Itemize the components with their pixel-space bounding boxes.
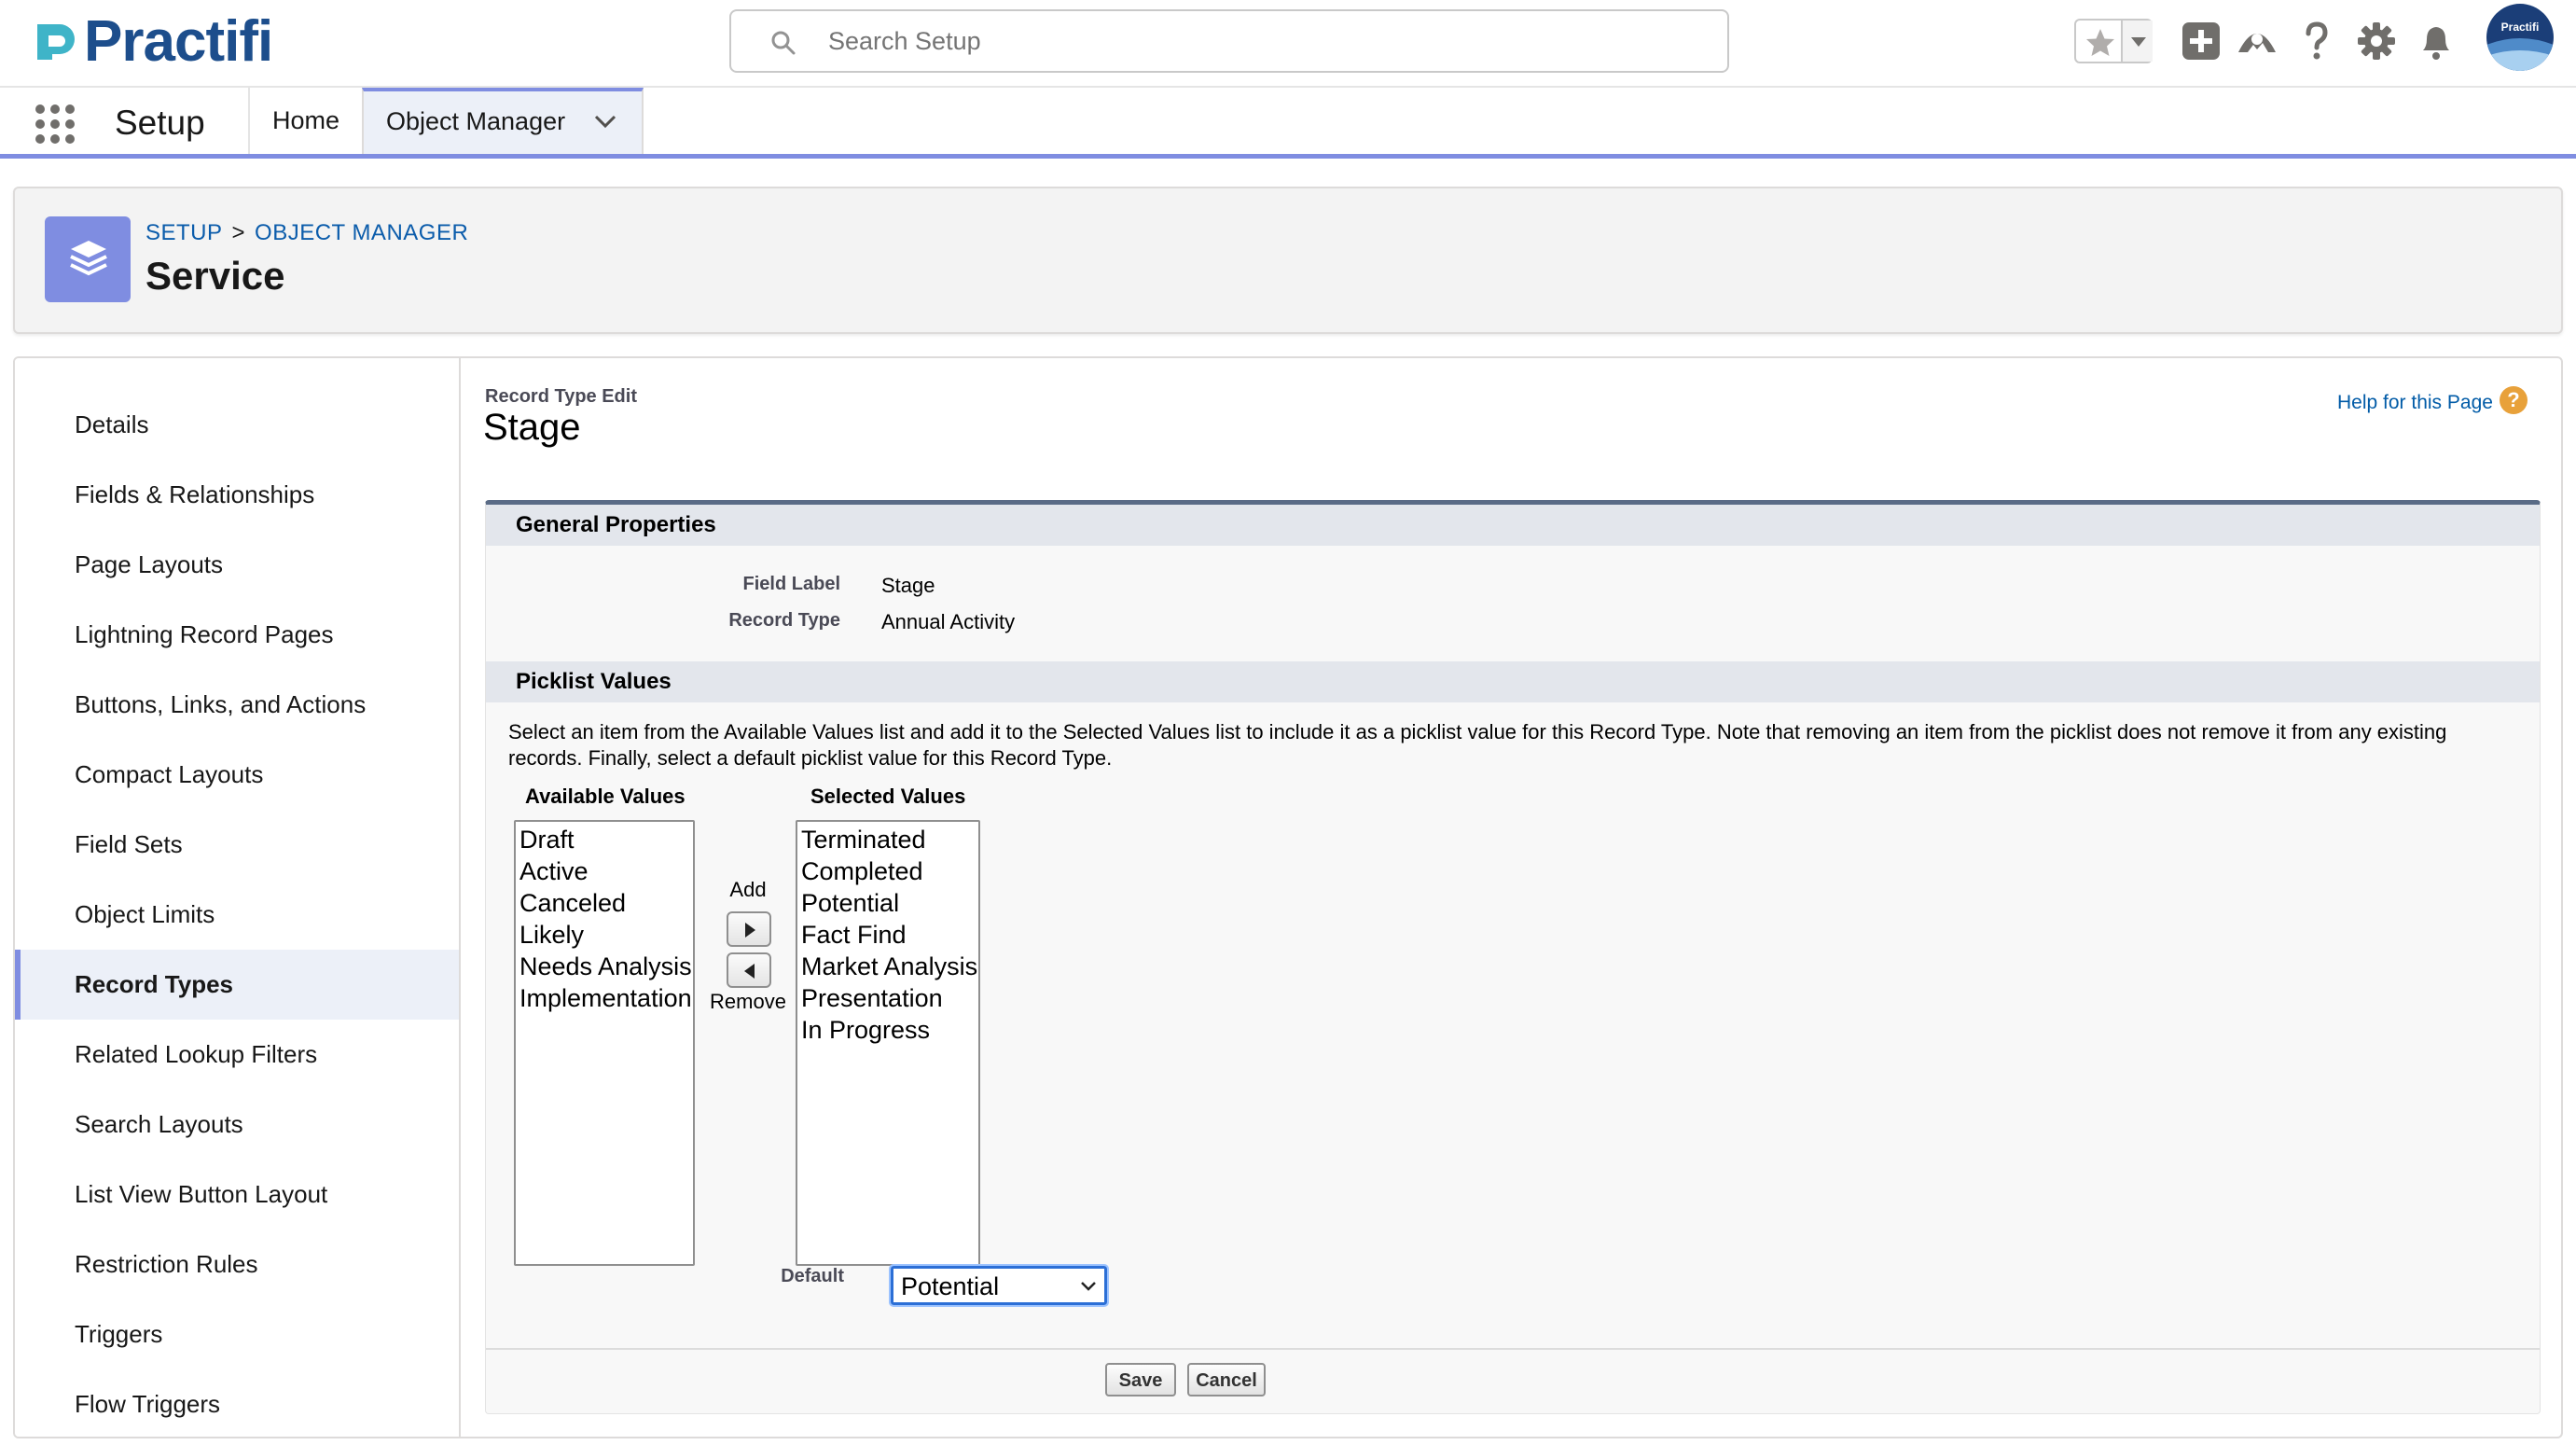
help-icon[interactable] bbox=[2294, 19, 2339, 63]
selected-values-list[interactable]: Terminated Completed Potential Fact Find… bbox=[796, 820, 980, 1266]
record-type-label: Record Type bbox=[728, 610, 840, 631]
global-header: Practifi Search Setup Practifi bbox=[0, 0, 2576, 88]
record-type-edit-content: Record Type Edit Stage Help for this Pag… bbox=[461, 358, 2561, 1437]
sidebar-item-fields-relationships[interactable]: Fields & Relationships bbox=[15, 460, 459, 530]
available-option[interactable]: Implementation bbox=[519, 982, 692, 1014]
available-option[interactable]: Active bbox=[519, 855, 689, 887]
available-values-list[interactable]: Draft Active Canceled Likely Needs Analy… bbox=[514, 820, 695, 1266]
star-icon bbox=[2086, 29, 2114, 56]
selected-option[interactable]: In Progress bbox=[801, 1014, 975, 1046]
sidebar-item-object-limits[interactable]: Object Limits bbox=[15, 880, 459, 950]
chevron-down-icon[interactable] bbox=[593, 112, 617, 131]
record-type-value: Annual Activity bbox=[881, 610, 1016, 633]
sidebar-item-restriction-rules[interactable]: Restriction Rules bbox=[15, 1230, 459, 1299]
logo-text: Practifi bbox=[84, 9, 273, 74]
favorites-dropdown[interactable] bbox=[2121, 21, 2153, 62]
user-avatar[interactable]: Practifi bbox=[2486, 4, 2554, 71]
breadcrumb-object-manager[interactable]: OBJECT MANAGER bbox=[255, 220, 468, 245]
selected-option[interactable]: Market Analysis bbox=[801, 951, 977, 982]
global-actions-add-icon[interactable] bbox=[2179, 19, 2223, 63]
avatar-globe-icon bbox=[2486, 38, 2554, 71]
search-input[interactable] bbox=[828, 11, 1668, 71]
sidebar-item-triggers[interactable]: Triggers bbox=[15, 1299, 459, 1369]
caret-down-icon bbox=[2131, 37, 2146, 47]
sidebar-item-buttons-links-actions[interactable]: Buttons, Links, and Actions bbox=[15, 670, 459, 740]
record-type-edit-title: Stage bbox=[483, 407, 581, 448]
breadcrumb-setup[interactable]: SETUP bbox=[145, 220, 223, 245]
selected-option[interactable]: Fact Find bbox=[801, 919, 975, 951]
default-value: Potential bbox=[901, 1272, 1000, 1300]
field-label-label: Field Label bbox=[742, 574, 840, 594]
picklist-instructions: Select an item from the Available Values… bbox=[508, 720, 2447, 770]
help-question-icon[interactable]: ? bbox=[2500, 386, 2528, 414]
breadcrumb: SETUP > OBJECT MANAGER bbox=[145, 220, 468, 246]
available-values-heading: Available Values bbox=[525, 785, 686, 808]
notifications-bell-icon[interactable] bbox=[2414, 19, 2458, 63]
practifi-logo-icon bbox=[37, 24, 75, 60]
selected-option[interactable]: Potential bbox=[801, 887, 975, 919]
sidebar-item-compact-layouts[interactable]: Compact Layouts bbox=[15, 740, 459, 810]
trailhead-icon[interactable] bbox=[2235, 19, 2279, 63]
chevron-down-icon bbox=[1081, 1282, 1096, 1291]
available-option[interactable]: Canceled bbox=[519, 887, 689, 919]
sidebar-item-details[interactable]: Details bbox=[15, 390, 459, 460]
cancel-button[interactable]: Cancel bbox=[1187, 1363, 1266, 1396]
tab-home[interactable]: Home bbox=[250, 88, 362, 154]
tab-object-manager-label: Object Manager bbox=[386, 107, 566, 135]
help-for-page-link[interactable]: Help for this Page bbox=[2337, 392, 2493, 414]
remove-button[interactable] bbox=[727, 952, 771, 988]
add-label: Add bbox=[729, 878, 767, 901]
available-option[interactable]: Likely bbox=[519, 919, 689, 951]
general-properties-heading: General Properties bbox=[486, 505, 2540, 546]
arrow-left-icon bbox=[744, 964, 755, 979]
practifi-logo[interactable]: Practifi bbox=[32, 9, 273, 74]
selected-values-heading: Selected Values bbox=[810, 785, 966, 808]
arrow-right-icon bbox=[745, 923, 755, 938]
save-button[interactable]: Save bbox=[1105, 1363, 1176, 1396]
remove-label: Remove bbox=[710, 990, 786, 1013]
sidebar-item-flow-triggers[interactable]: Flow Triggers bbox=[15, 1369, 459, 1437]
search-icon bbox=[771, 31, 796, 55]
breadcrumb-separator: > bbox=[231, 220, 246, 245]
selected-option[interactable]: Completed bbox=[801, 855, 975, 887]
sidebar-item-search-layouts[interactable]: Search Layouts bbox=[15, 1090, 459, 1160]
add-button[interactable] bbox=[727, 911, 771, 947]
available-option[interactable]: Draft bbox=[519, 824, 689, 855]
gear-icon[interactable] bbox=[2354, 19, 2399, 63]
search-box[interactable] bbox=[729, 9, 1729, 73]
sidebar-item-record-types[interactable]: Record Types bbox=[15, 950, 459, 1020]
sidebar-item-lightning-record-pages[interactable]: Lightning Record Pages bbox=[15, 600, 459, 670]
page-type-label: Record Type Edit bbox=[485, 386, 637, 407]
context-nav-bar: Setup Home Object Manager bbox=[0, 88, 2576, 159]
layers-icon bbox=[70, 241, 107, 276]
object-page-header: SETUP > OBJECT MANAGER Service bbox=[13, 187, 2563, 334]
sidebar-item-list-view-button-layout[interactable]: List View Button Layout bbox=[15, 1160, 459, 1230]
record-type-form: General Properties Field Label Stage Rec… bbox=[485, 500, 2541, 1414]
page-title: Service bbox=[145, 254, 285, 298]
main-panel: Details Fields & Relationships Page Layo… bbox=[13, 356, 2563, 1438]
default-value-select[interactable]: Potential bbox=[889, 1264, 1109, 1307]
sidebar-item-related-lookup-filters[interactable]: Related Lookup Filters bbox=[15, 1020, 459, 1090]
default-label: Default bbox=[781, 1266, 844, 1286]
picklist-values-heading: Picklist Values bbox=[486, 661, 2540, 702]
object-sidebar: Details Fields & Relationships Page Layo… bbox=[15, 358, 461, 1437]
field-label-value: Stage bbox=[881, 574, 935, 597]
app-launcher-icon[interactable] bbox=[34, 103, 76, 146]
form-button-row: Save Cancel bbox=[486, 1348, 2540, 1417]
selected-option[interactable]: Terminated bbox=[801, 824, 975, 855]
app-name: Setup bbox=[115, 104, 205, 142]
object-icon bbox=[45, 216, 131, 302]
sidebar-item-field-sets[interactable]: Field Sets bbox=[15, 810, 459, 880]
sidebar-item-page-layouts[interactable]: Page Layouts bbox=[15, 530, 459, 600]
tab-object-manager[interactable]: Object Manager bbox=[362, 88, 644, 154]
avatar-label: Practifi bbox=[2500, 21, 2540, 34]
favorites-button[interactable] bbox=[2074, 19, 2153, 63]
selected-option[interactable]: Presentation bbox=[801, 982, 975, 1014]
available-option[interactable]: Needs Analysis bbox=[519, 951, 692, 982]
